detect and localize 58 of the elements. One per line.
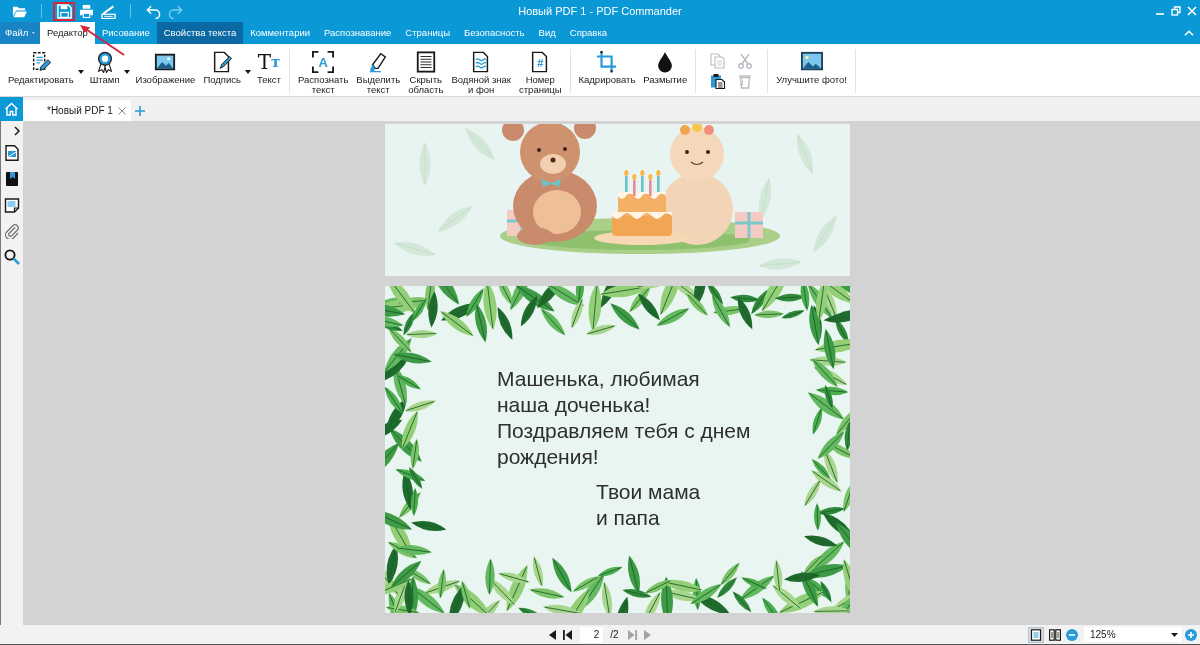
triangle-left-icon[interactable] (549, 629, 557, 640)
caret-icon (32, 31, 35, 35)
page-thumbnail-icon[interactable] (4, 145, 20, 161)
ribbon-button[interactable]: Tт Текст (253, 49, 285, 93)
search-icon[interactable] (4, 249, 20, 265)
ribbon-button[interactable]: Водяной знак и фон (447, 49, 515, 93)
ribbon-button[interactable]: Размытие (639, 49, 692, 93)
scanner-icon[interactable] (100, 3, 116, 19)
zoom-in-icon[interactable] (1185, 628, 1197, 641)
single-page-icon (1030, 628, 1042, 641)
caret-icon[interactable] (245, 70, 251, 74)
caret-icon (1171, 632, 1178, 637)
restore-icon[interactable] (1171, 6, 1181, 16)
two-page-icon (1049, 628, 1061, 641)
skip-first-icon[interactable] (563, 629, 573, 640)
close-icon[interactable] (118, 106, 126, 115)
ribbon-button[interactable]: A Распознать текст (294, 49, 353, 93)
home-button[interactable] (0, 97, 23, 121)
caret-icon[interactable] (77, 70, 84, 74)
chevron-right-icon[interactable] (14, 126, 20, 136)
document-tab[interactable]: *Новый PDF 1 (23, 100, 131, 121)
page-number-field[interactable]: 2 (580, 626, 604, 643)
crop-icon (595, 51, 618, 73)
view-mode-button[interactable] (1028, 626, 1044, 643)
framed-lines-icon (414, 51, 437, 73)
ribbon-button[interactable]: Выделить текст (352, 49, 405, 93)
zoom-out-icon[interactable] (1066, 628, 1078, 641)
window-title: Новый PDF 1 - PDF Commander (518, 3, 682, 19)
ribbon-button[interactable]: Улучшите фото! (772, 49, 851, 93)
ribbon-button[interactable]: Подпись (199, 49, 253, 93)
landscape-picture-icon (800, 51, 823, 73)
note-icon[interactable] (4, 197, 20, 213)
document-pen-icon (211, 51, 234, 73)
text-glyph-icon: Tт (257, 51, 281, 73)
ribbon-button[interactable]: Штамп (85, 49, 132, 93)
chevron-up-icon[interactable] (1184, 30, 1194, 36)
printer-icon[interactable] (78, 3, 94, 19)
ribbon-button[interactable]: Скрыть область (404, 49, 448, 93)
ribbon-button[interactable]: Кадрировать (574, 49, 640, 93)
plus-icon[interactable] (135, 105, 145, 116)
view-mode-button[interactable] (1047, 626, 1063, 643)
greeting-text: Машенька, любимая наша доченька! Поздравляем тебя с днем рождения! (497, 366, 751, 470)
ribbon-button[interactable]: Изображение (131, 49, 200, 93)
signature-text: Твои мама и папа (596, 479, 701, 531)
menu-tab[interactable]: Редактор (40, 22, 95, 44)
house-icon (4, 102, 19, 116)
paperclip-icon[interactable] (4, 223, 20, 239)
page-total-label: /2 (610, 628, 619, 642)
ribbon-button[interactable]: # Номер страницы (515, 49, 566, 93)
caret-icon[interactable] (123, 70, 130, 74)
bookmark-icon[interactable] (4, 171, 20, 187)
zoom-dropdown[interactable]: 125% (1084, 627, 1182, 642)
picture-icon (154, 51, 177, 73)
ribbon-button[interactable]: Редактировать (4, 49, 86, 93)
file-menu-button[interactable]: Файл (0, 22, 40, 44)
clipboard-icon[interactable] (710, 73, 727, 89)
undo-icon[interactable] (145, 3, 161, 19)
menu-tab[interactable]: Свойства текста (156, 22, 244, 44)
